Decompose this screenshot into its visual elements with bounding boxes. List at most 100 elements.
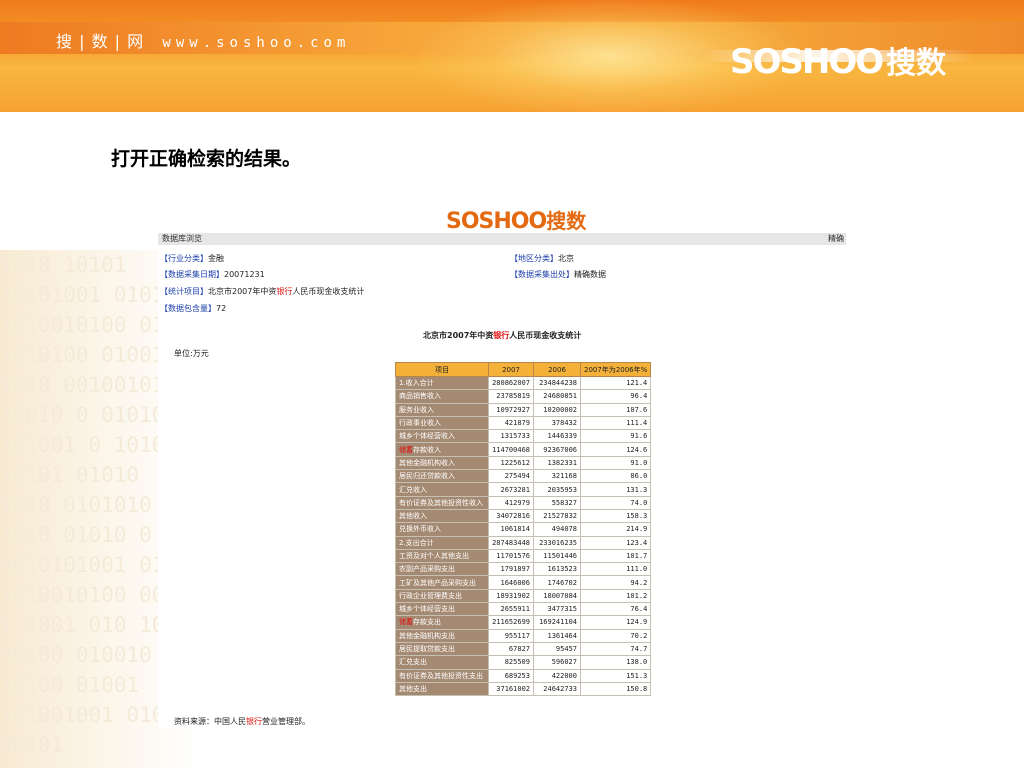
row-value-ratio: 76.4 [579, 602, 652, 617]
site-url: www.soshoo.com [162, 35, 351, 51]
row-value-2007: 10972927 [488, 402, 534, 417]
meta-region-key[interactable]: 【地区分类】 [510, 254, 558, 263]
col-header-2006: 2006 [533, 362, 581, 377]
search-result-screenshot: SOSHOO搜数 数据库浏览 精确 【行业分类】金融 【地区分类】北京 【数据采… [158, 200, 846, 728]
row-value-2006: 1446339 [533, 429, 581, 444]
table-row: 其他金融机构支出 955117 1361464 70.2 [395, 628, 652, 643]
table-row: 行政事业收入 421879 378432 111.4 [395, 415, 652, 431]
row-item-name: 农副产品采购支出 [395, 562, 489, 577]
meta-industry-key[interactable]: 【行业分类】 [160, 254, 208, 263]
row-value-2007: 1791897 [488, 562, 534, 577]
table-row: 城乡个体经营支出 2655911 3477315 76.4 [395, 602, 652, 617]
meta-contents-value: 72 [216, 304, 227, 313]
row-value-2006: 378432 [533, 415, 581, 431]
table-title-post: 人民币现金收支统计 [509, 331, 582, 340]
table-row: 工矿及其他产品采购支出 1646006 1746702 94.2 [395, 575, 652, 590]
table-title-pre: 北京市2007年中资 [423, 331, 494, 340]
row-item-label: 2.支出合计 [399, 538, 434, 547]
row-value-ratio: 86.0 [579, 469, 652, 484]
statistics-table: 项目 2007 2006 2007年为2006年% 1.收入合计 28086200… [395, 362, 652, 697]
meta-date: 【数据采集日期】20071231 [160, 269, 265, 280]
row-value-ratio: 96.4 [579, 389, 652, 404]
row-value-2006: 234844238 [533, 375, 581, 391]
row-value-2006: 95457 [533, 641, 581, 657]
table-row: 居民提取贷款支出 67827 95457 74.7 [395, 641, 652, 657]
background-digit-line: 0010101001 01 [0, 553, 165, 577]
row-item-label: 1.收入合计 [399, 379, 434, 388]
row-item-name: 储蓄存款支出 [395, 615, 489, 630]
row-item-name: 行政事业收入 [395, 415, 489, 431]
table-row: 储蓄存款支出 211652699 169241104 124.9 [395, 615, 652, 630]
inner-logo-cn: 搜数 [546, 209, 587, 233]
row-item-name: 其他金融机构收入 [395, 455, 489, 471]
logo-cn: 搜数 [886, 46, 947, 81]
row-item-name: 2.支出合计 [395, 535, 489, 550]
logo-latin: SOSHOO [730, 42, 884, 82]
row-value-2006: 24680851 [533, 389, 581, 404]
row-value-ratio: 123.4 [579, 535, 652, 550]
row-value-2007: 825509 [488, 655, 534, 670]
table-row: 工资及对个人其他支出 11701576 11501446 101.7 [395, 548, 652, 564]
row-value-ratio: 150.8 [579, 681, 652, 697]
col-header-item: 项目 [395, 362, 489, 377]
row-item-label: 行政事业收入 [399, 419, 441, 428]
database-browse-bar: 数据库浏览 精确 [158, 233, 846, 245]
row-value-ratio: 111.4 [579, 415, 652, 431]
header-banner: 搜 | 数 | 网 www.soshoo.com SOSHOO 搜数 [0, 0, 1024, 112]
background-binary-digits: 1010 10101 10101001 0101 1010010100 010 101… [0, 250, 175, 768]
row-value-2007: 955117 [488, 628, 534, 643]
table-row: 行政企业管理费支出 18931902 18007084 101.2 [395, 588, 652, 604]
meta-date-key[interactable]: 【数据采集日期】 [160, 270, 224, 279]
background-digit-line: 1010100 01001 [0, 343, 165, 367]
row-value-2007: 114700468 [488, 442, 534, 457]
row-item-label: 有价证券及其他投资性收入 [399, 498, 483, 507]
table-body: 1.收入合计 280862007 234844238 121.4 商品销售收入 23785… [395, 375, 652, 697]
row-value-ratio: 124.9 [579, 615, 652, 630]
row-item-name: 1.收入合计 [395, 375, 489, 391]
inner-soshoo-logo: SOSHOO搜数 [446, 205, 586, 234]
slide-caption: 打开正确检索的结果。 [111, 148, 302, 170]
meta-region: 【地区分类】北京 [510, 253, 574, 264]
row-item-name: 其他支出 [395, 681, 489, 697]
row-item-name: 商品销售收入 [395, 389, 489, 404]
row-item-label: 城乡个体经营收入 [399, 432, 455, 441]
meta-project-key[interactable]: 【统计项目】 [160, 287, 208, 296]
meta-contents-key[interactable]: 【数据包含量】 [160, 304, 216, 313]
row-item-name: 工资及对个人其他支出 [395, 548, 489, 564]
table-row: 储蓄存款收入 114700468 92367006 124.6 [395, 442, 652, 457]
source-pre: 资料来源：中国人民 [174, 717, 246, 726]
table-row: 兑换外币收入 1061814 494078 214.9 [395, 522, 652, 537]
table-row: 汇兑支出 825509 596027 138.0 [395, 655, 652, 670]
background-digit-line: 10101001 0101 [0, 283, 165, 307]
row-value-2006: 2035953 [533, 482, 581, 497]
table-header-row: 项目 2007 2006 2007年为2006年% [395, 362, 652, 377]
row-item-name: 城乡个体经营支出 [395, 602, 489, 617]
table-row: 其他收入 34072816 21527832 158.3 [395, 508, 652, 524]
db-bar-right: 精确 [828, 234, 844, 243]
row-value-2006: 321168 [533, 469, 581, 484]
row-item-name: 兑换外币收入 [395, 522, 489, 537]
row-item-label: 汇兑收入 [399, 485, 427, 494]
data-source-note: 资料来源：中国人民银行营业管理部。 [174, 716, 310, 727]
meta-source-key[interactable]: 【数据采集出处】 [510, 270, 574, 279]
row-value-2006: 558327 [533, 495, 581, 510]
row-value-2006: 1746702 [533, 575, 581, 590]
row-item-label: 城乡个体经营支出 [399, 605, 455, 614]
row-value-ratio: 138.0 [579, 655, 652, 670]
row-value-2006: 1361464 [533, 628, 581, 643]
row-value-ratio: 124.6 [579, 442, 652, 457]
row-value-2007: 23785819 [488, 389, 534, 404]
row-value-2006: 1613523 [533, 562, 581, 577]
background-digit-line: 00100 010010 [0, 643, 152, 667]
col-header-ratio: 2007年为2006年% [579, 362, 652, 377]
row-value-2006: 21527832 [533, 508, 581, 524]
background-digit-line: 1010 00100101 [0, 373, 165, 397]
row-item-label: 居民归还贷款收入 [399, 472, 455, 481]
background-digit-line: 101001 0 1010 [0, 433, 165, 457]
row-value-2006: 3477315 [533, 602, 581, 617]
meta-region-value: 北京 [558, 254, 574, 263]
row-value-2007: 2655911 [488, 602, 534, 617]
row-value-2007: 37161002 [488, 681, 534, 697]
row-value-2007: 11701576 [488, 548, 534, 564]
row-value-2007: 275494 [488, 469, 534, 484]
